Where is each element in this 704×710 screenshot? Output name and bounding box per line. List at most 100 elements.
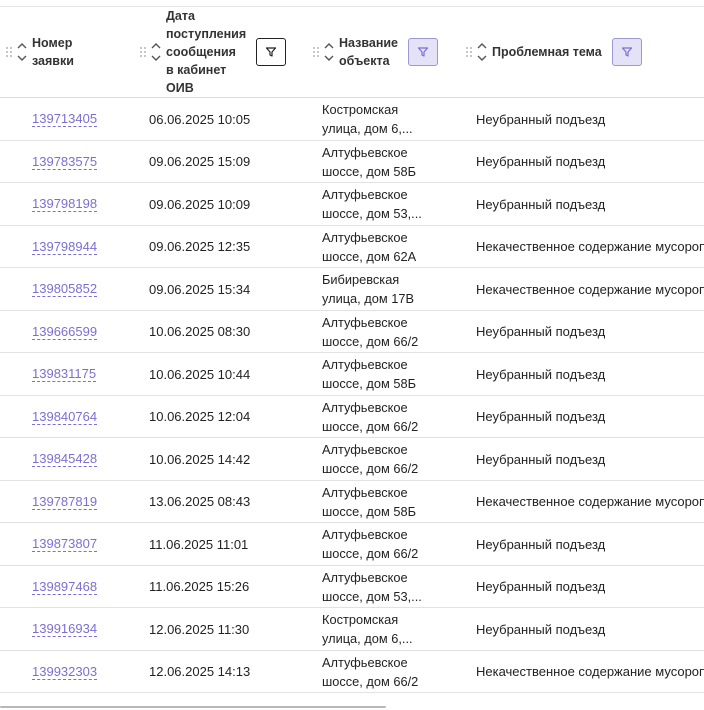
object-name-cell: Алтуфьевское шоссе, дом 53,... <box>322 187 422 221</box>
request-number-link[interactable]: 139831175 <box>32 366 97 382</box>
request-number-link[interactable]: 139916934 <box>32 621 98 637</box>
requests-table-page: Номер заявки Дата поступления сообщения … <box>0 0 704 710</box>
horizontal-scrollbar[interactable] <box>0 706 386 708</box>
request-number-link[interactable]: 139840764 <box>32 409 98 425</box>
request-number-cell: 139916934 <box>32 608 98 650</box>
column-header-number[interactable]: Номер заявки <box>6 7 74 97</box>
problem-topic-cell: Неубранный подъезд <box>476 536 606 552</box>
table-row[interactable]: 139916934 12.06.2025 11:30 Костромская у… <box>0 608 704 651</box>
table-row[interactable]: 139932303 12.06.2025 14:13 Алтуфьевское … <box>0 651 704 693</box>
drag-handle-icon[interactable] <box>313 47 319 57</box>
filter-button-topic[interactable] <box>611 38 642 66</box>
request-number-cell: 139932303 <box>32 651 98 693</box>
drag-handle-icon[interactable] <box>6 47 12 57</box>
date-cell: 10.06.2025 10:44 <box>149 366 251 382</box>
problem-topic-cell: Неубранный подъезд <box>476 366 606 382</box>
object-name-cell: Алтуфьевское шоссе, дом 66/2 <box>322 654 419 689</box>
date-cell: 09.06.2025 12:35 <box>149 239 251 254</box>
column-title-number: Номер заявки <box>32 36 74 68</box>
table-row[interactable]: 139873807 11.06.2025 11:01 Алтуфьевское … <box>0 523 704 566</box>
date-cell: 06.06.2025 10:05 <box>149 111 251 127</box>
column-title-date: Дата поступления сообщения в кабинет ОИВ <box>166 9 247 95</box>
problem-topic-cell: Неубранный подъезд <box>476 324 606 339</box>
filter-icon <box>417 47 429 57</box>
request-number-link[interactable]: 139845428 <box>32 451 98 467</box>
filter-icon <box>266 47 277 57</box>
object-name-cell: Алтуфьевское шоссе, дом 66/2 <box>322 442 419 476</box>
object-name-cell: Алтуфьевское шоссе, дом 66/2 <box>322 314 419 349</box>
sort-icon[interactable] <box>150 43 162 61</box>
sort-icon[interactable] <box>16 43 28 61</box>
table-row[interactable]: 139831175 10.06.2025 10:44 Алтуфьевское … <box>0 353 704 396</box>
request-number-cell: 139831175 <box>32 353 97 395</box>
object-name-cell: Алтуфьевское шоссе, дом 53,... <box>322 569 422 604</box>
object-name-cell: Алтуфьевское шоссе, дом 66/2 <box>322 399 419 434</box>
table-row[interactable]: 139798198 09.06.2025 10:09 Алтуфьевское … <box>0 183 704 226</box>
problem-topic-cell: Неубранный подъезд <box>476 621 606 637</box>
table-body: 139713405 06.06.2025 10:05 Костромская у… <box>0 98 704 693</box>
request-number-cell: 139783575 <box>32 141 98 183</box>
request-number-link[interactable]: 139787819 <box>32 494 98 510</box>
request-number-link[interactable]: 139666599 <box>32 324 98 340</box>
date-cell: 09.06.2025 10:09 <box>149 196 251 212</box>
table-row[interactable]: 139666599 10.06.2025 08:30 Алтуфьевское … <box>0 311 704 353</box>
column-header-object[interactable]: Название объекта <box>313 7 439 97</box>
problem-topic-cell: Неубранный подъезд <box>476 579 606 594</box>
date-cell: 12.06.2025 11:30 <box>149 621 250 637</box>
table-row[interactable]: 139798944 09.06.2025 12:35 Алтуфьевское … <box>0 226 704 268</box>
column-header-topic[interactable]: Проблемная тема <box>466 7 642 97</box>
object-name-cell: Костромская улица, дом 6,... <box>322 612 413 646</box>
problem-topic-cell: Неубранный подъезд <box>476 196 606 212</box>
table-row[interactable]: 139713405 06.06.2025 10:05 Костромская у… <box>0 98 704 141</box>
column-header-date[interactable]: Дата поступления сообщения в кабинет ОИВ <box>140 7 287 97</box>
drag-handle-icon[interactable] <box>140 47 146 57</box>
request-number-cell: 139713405 <box>32 98 98 140</box>
object-name-cell: Алтуфьевское шоссе, дом 58Б <box>322 144 416 179</box>
request-number-link[interactable]: 139783575 <box>32 154 98 170</box>
table-row[interactable]: 139897468 11.06.2025 15:26 Алтуфьевское … <box>0 566 704 608</box>
problem-topic-cell: Неубранный подъезд <box>476 154 606 169</box>
sort-icon[interactable] <box>323 43 335 61</box>
table-row[interactable]: 139805852 09.06.2025 15:34 Бибиревская у… <box>0 268 704 311</box>
request-number-link[interactable]: 139713405 <box>32 111 98 127</box>
request-number-link[interactable]: 139897468 <box>32 579 98 595</box>
request-number-link[interactable]: 139873807 <box>32 536 98 552</box>
filter-button-object[interactable] <box>408 38 439 66</box>
object-name-cell: Алтуфьевское шоссе, дом 58Б <box>322 357 416 391</box>
problem-topic-cell: Неубранный подъезд <box>476 451 606 467</box>
table-row[interactable]: 139783575 09.06.2025 15:09 Алтуфьевское … <box>0 141 704 183</box>
request-number-cell: 139840764 <box>32 396 98 438</box>
filter-button-date[interactable] <box>256 38 287 66</box>
column-title-topic: Проблемная тема <box>492 45 602 59</box>
table-row[interactable]: 139845428 10.06.2025 14:42 Алтуфьевское … <box>0 438 704 481</box>
problem-topic-cell: Неубранный подъезд <box>476 409 606 424</box>
object-name-cell: Алтуфьевское шоссе, дом 58Б <box>322 484 416 519</box>
date-cell: 10.06.2025 14:42 <box>149 451 251 467</box>
date-cell: 13.06.2025 08:43 <box>149 494 251 509</box>
object-name-cell: Алтуфьевское шоссе, дом 66/2 <box>322 527 419 561</box>
request-number-link[interactable]: 139805852 <box>32 281 98 297</box>
object-name-cell: Бибиревская улица, дом 17В <box>322 272 414 306</box>
problem-topic-cell: Некачественное содержание мусороп <box>476 281 704 297</box>
request-number-cell: 139845428 <box>32 438 98 480</box>
problem-topic-cell: Некачественное содержание мусороп <box>476 664 704 679</box>
sort-icon[interactable] <box>476 43 488 61</box>
date-cell: 12.06.2025 14:13 <box>149 664 251 679</box>
request-number-cell: 139798944 <box>32 226 98 268</box>
request-number-link[interactable]: 139798198 <box>32 196 98 212</box>
date-cell: 10.06.2025 12:04 <box>149 409 251 424</box>
problem-topic-cell: Некачественное содержание мусороп <box>476 494 704 509</box>
object-name-cell: Костромская улица, дом 6,... <box>322 102 413 136</box>
date-cell: 11.06.2025 11:01 <box>149 536 249 552</box>
request-number-cell: 139787819 <box>32 481 98 523</box>
table-row[interactable]: 139787819 13.06.2025 08:43 Алтуфьевское … <box>0 481 704 523</box>
object-name-cell: Алтуфьевское шоссе, дом 62А <box>322 229 417 264</box>
filter-icon <box>621 47 632 57</box>
request-number-link[interactable]: 139932303 <box>32 664 98 680</box>
table-row[interactable]: 139840764 10.06.2025 12:04 Алтуфьевское … <box>0 396 704 438</box>
date-cell: 09.06.2025 15:34 <box>149 281 251 297</box>
request-number-link[interactable]: 139798944 <box>32 239 98 255</box>
table-header: Номер заявки Дата поступления сообщения … <box>0 7 704 98</box>
drag-handle-icon[interactable] <box>466 47 472 57</box>
date-cell: 10.06.2025 08:30 <box>149 324 251 339</box>
